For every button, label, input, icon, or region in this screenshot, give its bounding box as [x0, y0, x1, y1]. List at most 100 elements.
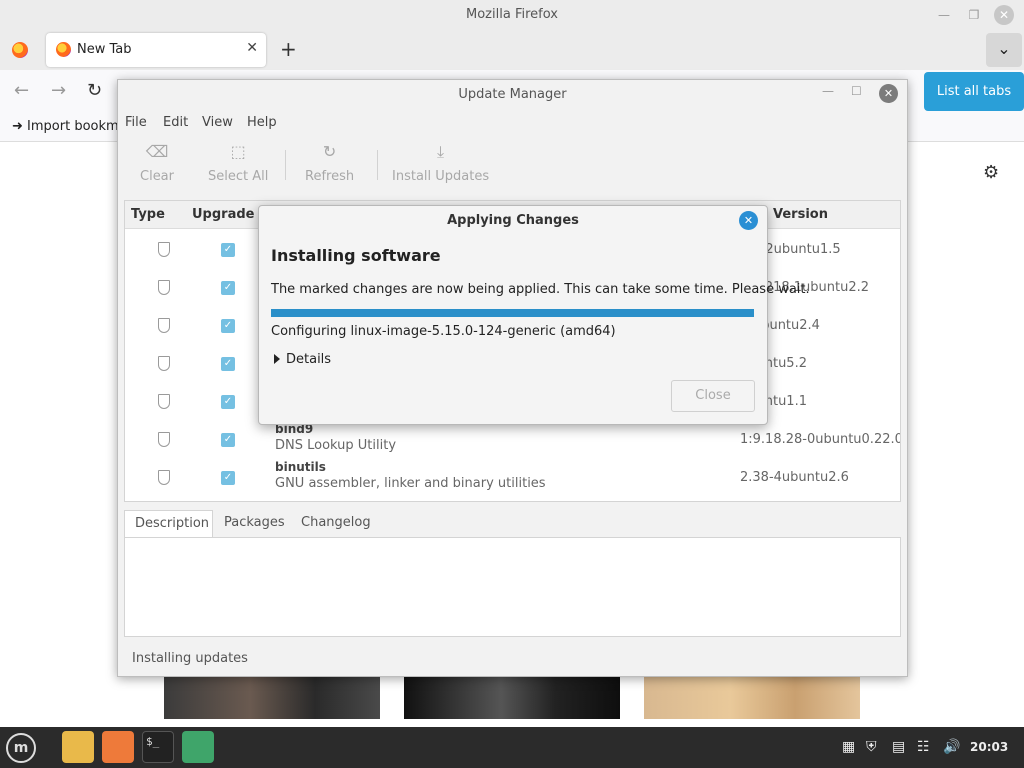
details-expander[interactable]: Details — [274, 352, 331, 367]
package-description: GNU assembler, linker and binary utiliti… — [275, 476, 546, 491]
keyboard-layout-icon[interactable]: ▦ — [842, 739, 855, 755]
menu-help[interactable]: Help — [247, 115, 277, 130]
upgrade-checkbox[interactable]: ✓ — [221, 395, 235, 409]
list-all-tabs-tooltip: List all tabs — [924, 72, 1024, 111]
taskbar: m $_ ▦ ⛨ ▤ ☷ 🔊 20:03 — [0, 727, 1024, 768]
volume-icon[interactable]: 🔊 — [943, 739, 960, 755]
expander-triangle-icon — [274, 354, 280, 364]
firefox-titlebar: Mozilla Firefox — ❐ ✕ — [0, 0, 1024, 30]
shield-icon — [158, 356, 170, 371]
clear-label: Clear — [140, 169, 174, 184]
tab-changelog[interactable]: Changelog — [301, 515, 371, 530]
dialog-heading: Installing software — [271, 246, 441, 265]
package-version: 1:9.18.28-0ubuntu0.22.04. — [740, 432, 901, 447]
column-upgrade[interactable]: Upgrade — [192, 207, 254, 222]
upgrade-checkbox[interactable]: ✓ — [221, 471, 235, 485]
backspace-icon: ⌫ — [145, 142, 169, 161]
back-arrow-icon[interactable]: ← — [14, 80, 29, 101]
minimize-icon[interactable]: — — [822, 84, 834, 98]
shortcut-thumbnail[interactable] — [644, 676, 860, 719]
table-row[interactable]: ✓ binutils GNU assembler, linker and bin… — [125, 459, 900, 497]
shortcut-thumbnail[interactable] — [164, 676, 380, 719]
install-updates-button[interactable]: ⤓ Install Updates — [392, 142, 489, 184]
import-bookmarks-button[interactable]: ➜ Import bookm — [12, 119, 119, 134]
menu-file[interactable]: File — [125, 115, 147, 130]
toolbar-separator — [377, 150, 378, 180]
shield-icon — [158, 318, 170, 333]
firefox-tabbar: New Tab ✕ + ⌄ — [0, 30, 1024, 70]
toolbar: ⌫ Clear ⬚ Select All ↻ Refresh ⤓ Install… — [118, 136, 907, 190]
shield-icon — [158, 242, 170, 257]
select-all-button[interactable]: ⬚ Select All — [208, 142, 268, 184]
column-type[interactable]: Type — [131, 207, 165, 222]
dialog-message: The marked changes are now being applied… — [271, 282, 810, 297]
refresh-button[interactable]: ↻ Refresh — [305, 142, 354, 184]
upgrade-checkbox[interactable]: ✓ — [221, 281, 235, 295]
tab-label: New Tab — [77, 42, 132, 57]
list-all-tabs-button[interactable]: ⌄ — [986, 33, 1022, 67]
update-manager-title: Update Manager — [458, 87, 567, 102]
tab-new-tab[interactable]: New Tab ✕ — [46, 33, 266, 67]
close-icon[interactable]: ✕ — [879, 84, 898, 103]
terminal-icon[interactable]: $_ — [142, 731, 174, 763]
detail-tabs: Description Packages Changelog — [124, 510, 901, 539]
firefox-window-title: Mozilla Firefox — [466, 7, 558, 22]
reload-icon[interactable]: ↻ — [87, 80, 102, 101]
package-version: 2.38-4ubuntu2.6 — [740, 470, 849, 485]
notes-icon[interactable]: ▤ — [892, 739, 905, 755]
import-bookmarks-label: Import bookm — [27, 119, 119, 134]
close-icon[interactable]: ✕ — [994, 5, 1014, 25]
files-folder-icon[interactable] — [62, 731, 94, 763]
refresh-icon: ↻ — [322, 142, 337, 161]
maximize-icon[interactable]: ☐ — [851, 84, 862, 98]
clock[interactable]: 20:03 — [970, 740, 1008, 754]
select-all-label: Select All — [208, 169, 269, 184]
close-button[interactable]: Close — [671, 380, 755, 412]
select-all-icon: ⬚ — [230, 142, 246, 161]
shield-icon — [158, 470, 170, 485]
import-icon: ➜ — [12, 119, 23, 134]
firefox-tab-icon — [56, 42, 71, 57]
network-icon[interactable]: ☷ — [917, 739, 930, 755]
menu-view[interactable]: View — [202, 115, 233, 130]
update-shield-icon[interactable] — [182, 731, 214, 763]
tab-description[interactable]: Description — [124, 510, 213, 539]
gear-icon[interactable]: ⚙ — [983, 162, 999, 183]
table-row[interactable]: ✓ bind9 DNS Lookup Utility 1:9.18.28-0ub… — [125, 421, 900, 459]
menubar: File Edit View Help — [118, 112, 907, 134]
close-icon[interactable]: ✕ — [739, 211, 758, 230]
new-tab-button[interactable]: + — [280, 37, 297, 61]
refresh-label: Refresh — [305, 169, 355, 184]
description-pane — [124, 537, 901, 637]
tab-close-icon[interactable]: ✕ — [246, 40, 258, 56]
dialog-title: Applying Changes — [447, 213, 579, 228]
toolbar-separator — [285, 150, 286, 180]
firefox-icon[interactable] — [12, 42, 28, 58]
menu-edit[interactable]: Edit — [163, 115, 188, 130]
shield-icon — [158, 280, 170, 295]
update-manager-titlebar: Update Manager — ☐ ✕ — [118, 80, 907, 108]
upgrade-checkbox[interactable]: ✓ — [221, 433, 235, 447]
minimize-icon[interactable]: — — [934, 5, 954, 25]
forward-arrow-icon[interactable]: → — [51, 80, 66, 101]
upgrade-checkbox[interactable]: ✓ — [221, 243, 235, 257]
download-icon: ⤓ — [437, 142, 445, 161]
clear-button[interactable]: ⌫ Clear — [140, 142, 174, 184]
mint-menu-icon[interactable]: m — [6, 733, 36, 763]
firefox-icon[interactable] — [102, 731, 134, 763]
column-version[interactable]: Version — [773, 207, 828, 222]
upgrade-checkbox[interactable]: ✓ — [221, 319, 235, 333]
shield-tray-icon[interactable]: ⛨ — [866, 739, 877, 755]
shortcut-thumbnail[interactable] — [404, 676, 620, 719]
shield-icon — [158, 394, 170, 409]
package-description: DNS Lookup Utility — [275, 438, 397, 453]
details-label: Details — [286, 352, 332, 367]
upgrade-checkbox[interactable]: ✓ — [221, 357, 235, 371]
progress-bar-fill — [271, 309, 754, 317]
progress-status: Configuring linux-image-5.15.0-124-gener… — [271, 324, 616, 339]
install-updates-label: Install Updates — [392, 169, 490, 184]
maximize-icon[interactable]: ❐ — [964, 5, 984, 25]
package-name: binutils — [275, 460, 326, 474]
shield-icon — [158, 432, 170, 447]
tab-packages[interactable]: Packages — [224, 515, 285, 530]
